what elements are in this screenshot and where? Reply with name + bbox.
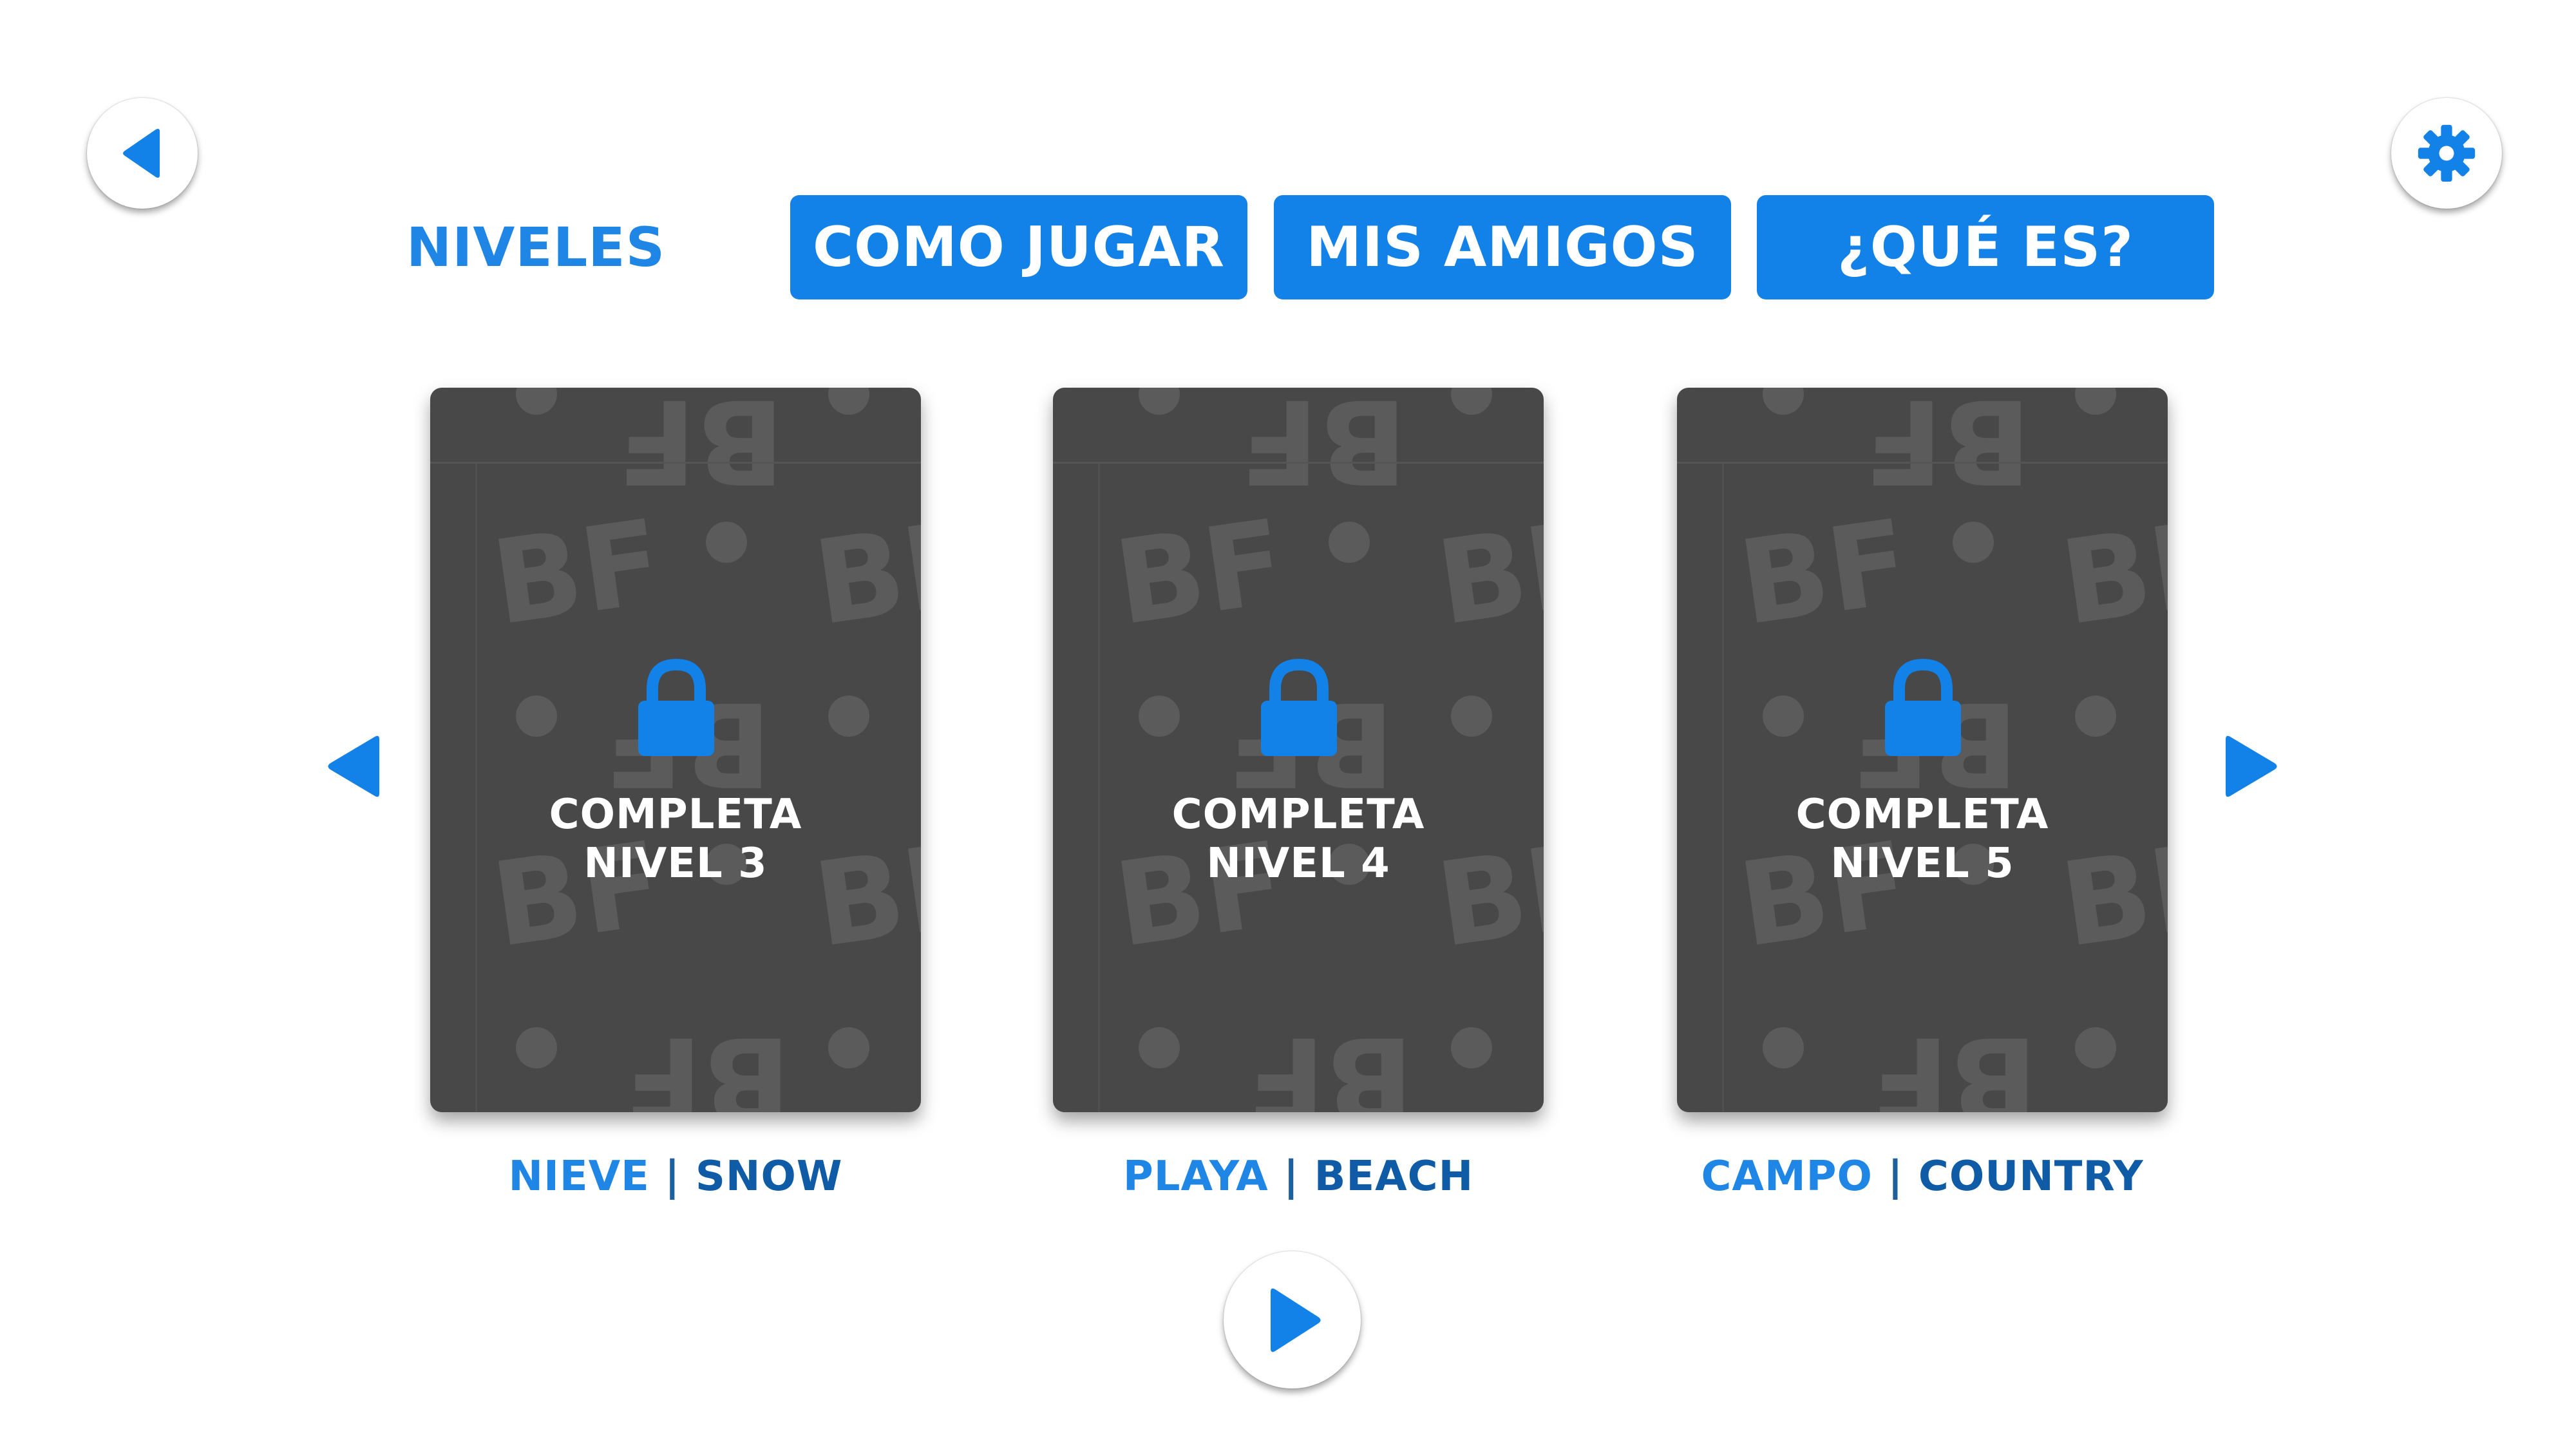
level-caption-snow: NIEVE | SNOW xyxy=(386,1153,965,1200)
lock-line-1: COMPLETA xyxy=(1795,791,2049,838)
pattern-logo: BF xyxy=(623,1011,791,1112)
lock-message: COMPLETA NIVEL 5 xyxy=(1677,790,2168,888)
pattern-logo: BF xyxy=(2054,495,2168,651)
pattern-dot xyxy=(516,1027,557,1068)
pattern-dot xyxy=(1139,1027,1180,1068)
level-card-country[interactable]: BFBFBFBFBFBFBF COMPLETA NIVEL 5 xyxy=(1677,388,2168,1112)
play-icon xyxy=(1262,1287,1323,1354)
lock-line-2: NIVEL 5 xyxy=(1830,840,2014,887)
lock-icon xyxy=(1881,658,1965,758)
caption-es: PLAYA xyxy=(1122,1153,1269,1200)
level-card-beach[interactable]: BFBFBFBFBFBFBF COMPLETA NIVEL 4 xyxy=(1053,388,1544,1112)
lock-line-1: COMPLETA xyxy=(1171,791,1425,838)
next-levels-button[interactable] xyxy=(2222,734,2280,799)
card-header-strip xyxy=(1053,388,1544,464)
lock-icon xyxy=(634,658,718,758)
pattern-dot xyxy=(828,696,869,737)
pattern-dot xyxy=(2075,1027,2116,1068)
chevron-right-icon xyxy=(2222,734,2280,799)
lock-message: COMPLETA NIVEL 4 xyxy=(1053,790,1544,888)
pattern-dot xyxy=(1763,1027,1804,1068)
back-button[interactable] xyxy=(87,98,198,209)
previous-levels-button[interactable] xyxy=(325,734,383,799)
tab-que-es[interactable]: ¿QUÉ ES? xyxy=(1757,195,2214,299)
pattern-logo: BF xyxy=(485,495,670,651)
back-arrow-icon xyxy=(120,128,165,179)
tab-como-jugar[interactable]: COMO JUGAR xyxy=(790,195,1247,299)
card-side-strip xyxy=(430,464,477,1112)
pattern-dot xyxy=(828,1027,869,1068)
chevron-left-icon xyxy=(325,734,383,799)
caption-separator: | xyxy=(1888,1153,1904,1200)
caption-separator: | xyxy=(665,1153,681,1200)
level-caption-beach: PLAYA | BEACH xyxy=(1009,1153,1588,1200)
tab-niveles[interactable]: NIVELES xyxy=(406,195,665,299)
pattern-dot xyxy=(1451,1027,1492,1068)
card-header-strip xyxy=(1677,388,2168,464)
play-button[interactable] xyxy=(1224,1251,1361,1388)
pattern-dot xyxy=(1329,522,1370,563)
gear-icon xyxy=(2416,122,2477,184)
pattern-dot xyxy=(1139,696,1180,737)
card-side-strip xyxy=(1677,464,1724,1112)
level-card-snow[interactable]: BFBFBFBFBFBFBF COMPLETA NIVEL 3 xyxy=(430,388,921,1112)
caption-en: COUNTRY xyxy=(1918,1153,2144,1200)
pattern-dot xyxy=(516,696,557,737)
pattern-logo: BF xyxy=(1430,495,1544,651)
pattern-dot xyxy=(1451,696,1492,737)
caption-separator: | xyxy=(1283,1153,1300,1200)
caption-en: BEACH xyxy=(1314,1153,1474,1200)
caption-es: CAMPO xyxy=(1701,1153,1873,1200)
pattern-logo: BF xyxy=(1870,1011,2038,1112)
caption-es: NIEVE xyxy=(508,1153,650,1200)
lock-icon xyxy=(1257,658,1341,758)
pattern-dot xyxy=(1763,696,1804,737)
lock-message: COMPLETA NIVEL 3 xyxy=(430,790,921,888)
settings-button[interactable] xyxy=(2391,98,2502,209)
pattern-logo: BF xyxy=(1246,1011,1414,1112)
caption-en: SNOW xyxy=(695,1153,843,1200)
card-side-strip xyxy=(1053,464,1100,1112)
pattern-logo: BF xyxy=(1732,495,1917,651)
pattern-dot xyxy=(706,522,747,563)
lock-line-2: NIVEL 4 xyxy=(1206,840,1390,887)
lock-line-1: COMPLETA xyxy=(549,791,802,838)
card-header-strip xyxy=(430,388,921,464)
pattern-logo: BF xyxy=(1108,495,1293,651)
level-caption-country: CAMPO | COUNTRY xyxy=(1633,1153,2212,1200)
pattern-logo: BF xyxy=(807,495,921,651)
pattern-dot xyxy=(1953,522,1994,563)
tab-mis-amigos[interactable]: MIS AMIGOS xyxy=(1274,195,1731,299)
lock-line-2: NIVEL 3 xyxy=(583,840,768,887)
pattern-dot xyxy=(2075,696,2116,737)
